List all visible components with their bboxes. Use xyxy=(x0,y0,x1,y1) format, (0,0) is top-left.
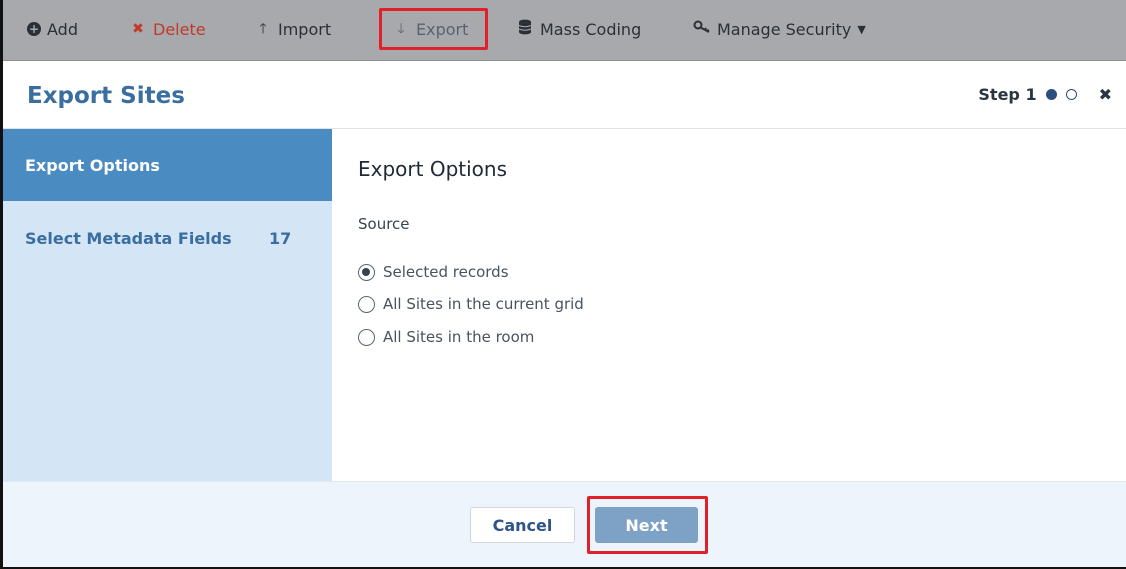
import-label: Import xyxy=(278,19,332,39)
arrow-up-icon: 🡑 xyxy=(259,21,267,37)
step-2-dot-icon xyxy=(1065,89,1077,100)
metadata-count-badge: 17 xyxy=(269,228,292,248)
delete-button[interactable]: ✖ Delete xyxy=(129,14,206,44)
dialog-header: Export Sites Step 1 ✖ xyxy=(3,61,1126,129)
main-panel: Export Options Source Selected records A… xyxy=(332,129,1126,481)
delete-label: Delete xyxy=(153,19,206,39)
export-highlight-box xyxy=(379,8,488,50)
manage-security-label: Manage Security xyxy=(717,19,852,39)
next-button[interactable]: Next xyxy=(595,507,698,543)
radio-unchecked-icon xyxy=(358,328,375,346)
radio-unchecked-icon xyxy=(358,295,375,313)
database-icon xyxy=(516,19,534,40)
dialog-footer: Cancel Next xyxy=(3,481,1126,567)
sidebar-item-label: Export Options xyxy=(25,155,160,175)
radio-label: Selected records xyxy=(383,263,509,281)
radio-selected-records[interactable]: Selected records xyxy=(358,263,509,281)
wizard-sidebar: Export Options Select Metadata Fields 17 xyxy=(3,129,332,481)
plus-circle-icon: + xyxy=(27,22,41,36)
key-icon xyxy=(693,20,711,39)
close-icon[interactable]: ✖ xyxy=(1099,85,1112,104)
mass-coding-button[interactable]: Mass Coding xyxy=(516,14,641,44)
radio-all-sites-room[interactable]: All Sites in the room xyxy=(358,328,534,346)
mass-coding-label: Mass Coding xyxy=(540,19,642,39)
step-label: Step 1 xyxy=(978,85,1037,104)
sidebar-item-select-metadata-fields[interactable]: Select Metadata Fields 17 xyxy=(3,201,332,275)
sidebar-item-export-options[interactable]: Export Options xyxy=(3,129,332,201)
toolbar: + Add ✖ Delete 🡑 Import 🡓 Export Mass Co… xyxy=(3,0,1126,61)
radio-label: All Sites in the room xyxy=(383,328,535,346)
dialog-title: Export Sites xyxy=(27,83,185,109)
radio-all-sites-current-grid[interactable]: All Sites in the current grid xyxy=(358,295,584,313)
caret-down-icon: ▼ xyxy=(857,22,866,36)
section-title: Export Options xyxy=(358,157,507,181)
source-label: Source xyxy=(358,215,410,233)
add-button[interactable]: + Add xyxy=(27,14,78,44)
radio-checked-icon xyxy=(358,263,375,281)
manage-security-dropdown[interactable]: Manage Security ▼ xyxy=(693,14,866,44)
x-icon: ✖ xyxy=(132,21,144,37)
sidebar-item-label: Select Metadata Fields xyxy=(25,228,232,248)
import-button[interactable]: 🡑 Import xyxy=(254,14,331,44)
radio-label: All Sites in the current grid xyxy=(383,295,584,313)
step-indicator: Step 1 ✖ xyxy=(978,85,1112,104)
cancel-button[interactable]: Cancel xyxy=(470,507,575,543)
step-1-dot-icon xyxy=(1045,89,1057,100)
add-label: Add xyxy=(47,19,78,39)
